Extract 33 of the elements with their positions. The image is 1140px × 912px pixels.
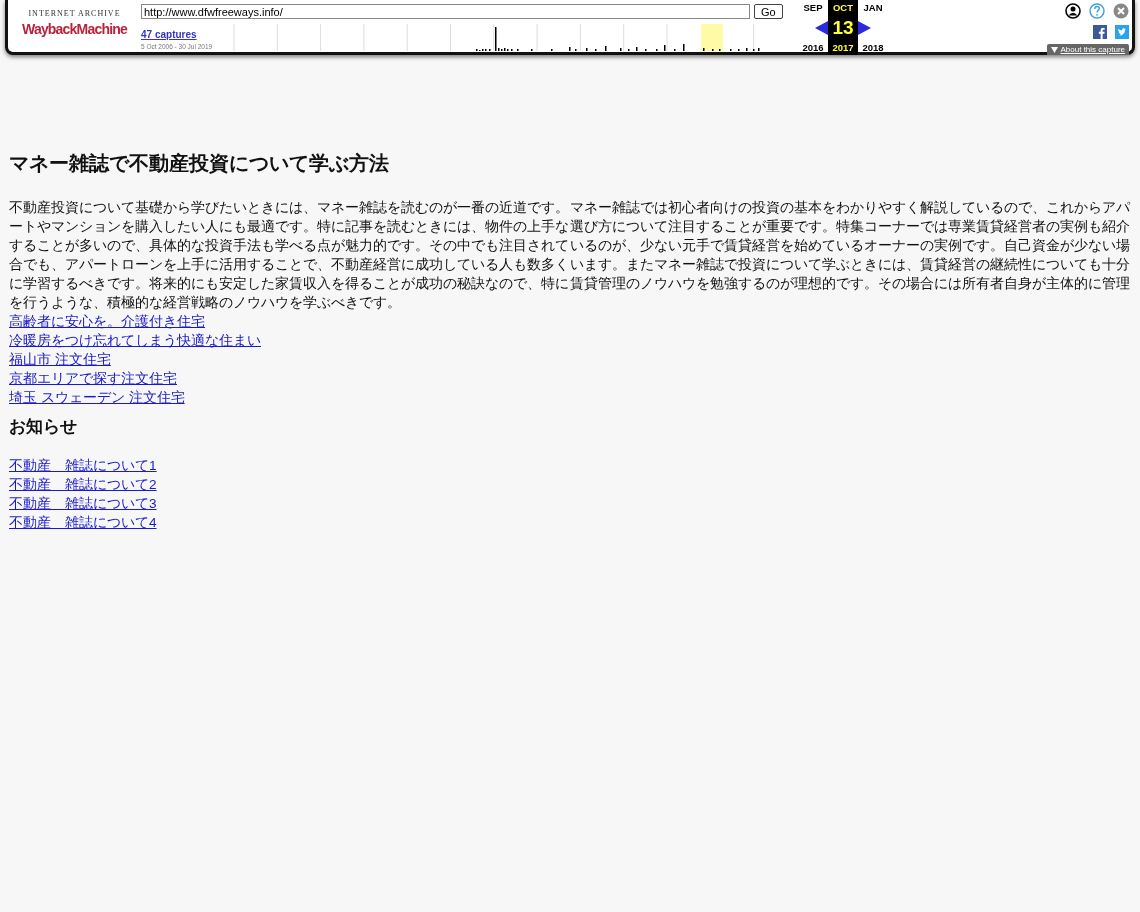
article-title: マネー雑誌で不動産投資について学ぶ方法 bbox=[9, 151, 390, 176]
url-field[interactable]: http://www.dfwfreeways.info/ bbox=[141, 4, 750, 19]
notice-heading: お知らせ bbox=[9, 416, 78, 437]
year-link[interactable]: 2018 bbox=[862, 42, 884, 53]
article-link[interactable]: 埼玉 スウェーデン 注文住宅 bbox=[9, 388, 185, 407]
caret-icon bbox=[1050, 46, 1058, 53]
article-link[interactable]: 高齢者に安心を。介護付き住宅 bbox=[9, 312, 205, 331]
captures-link[interactable]: 47 captures bbox=[141, 29, 197, 40]
twitter-icon[interactable] bbox=[1115, 25, 1129, 39]
year-link[interactable]: 2016 bbox=[802, 42, 824, 53]
user-icon[interactable] bbox=[1065, 3, 1081, 19]
facebook-icon[interactable] bbox=[1093, 25, 1107, 39]
next-arrow-icon[interactable] bbox=[858, 20, 871, 35]
month-link[interactable]: JAN bbox=[863, 2, 883, 13]
help-icon[interactable] bbox=[1089, 3, 1105, 19]
notice-link[interactable]: 不動産 雑誌について3 bbox=[9, 494, 157, 513]
article-link[interactable]: 京都エリアで探す注文住宅 bbox=[9, 369, 177, 388]
current-day: 13 bbox=[832, 17, 854, 38]
article-link[interactable]: 福山市 注文住宅 bbox=[9, 350, 111, 369]
article-link[interactable]: 冷暖房をつけ忘れてしまう快適な住まい bbox=[9, 331, 261, 350]
go-button[interactable]: Go bbox=[754, 4, 783, 19]
logo-caption: INTERNET ARCHIVE bbox=[28, 9, 121, 18]
about-capture-link[interactable]: About this capture bbox=[1046, 44, 1129, 55]
article-paragraph: 不動産投資について基礎から学びたいときには、マネー雑誌を読むのが一番の近道です。マネー雑誌では初心者向けの投資の基本をわかりやすく解説しているので、これからアパートやマンションを購入したい人にも最適です。特に記事を読むときには、物件の上手な選び方について注目することが重要です。特集コーナーでは専業賃貸経営者の実例も紹介することが多いので、具体的な投資手法も学べる点が魅力的です。その中でも注目されているのが、少ない元手で賃貸経営を始めているオーナーの実例です。自己資金が少ない場合でも、アパートローンを上手に活用することで、不動産経営に成功している人も数多くいます。またマネー雑誌で投資について学ぶときには、賃貸経営の継続性についても十分に学習するべきです。将来的にも安定した家賃収入を得ることが成功の秘訣なので、特に賃貸管理のノウハウを勉強するのが理想的です。その場合には所有者自身が主体的に管理を行うような、積極的な経営戦略のノウハウを学ぶべきです。 bbox=[9, 198, 1130, 312]
close-icon[interactable] bbox=[1113, 3, 1129, 19]
month-link[interactable]: SEP bbox=[803, 2, 823, 13]
notice-link[interactable]: 不動産 雑誌について2 bbox=[9, 475, 157, 494]
notice-link[interactable]: 不動産 雑誌について4 bbox=[9, 513, 157, 532]
current-year: 2017 bbox=[832, 42, 854, 53]
previous-arrow-icon[interactable] bbox=[815, 20, 828, 35]
current-month: OCT bbox=[832, 2, 854, 13]
notice-link[interactable]: 不動産 雑誌について1 bbox=[9, 456, 157, 475]
wayback-logo[interactable]: WaybackMachine bbox=[22, 20, 127, 38]
